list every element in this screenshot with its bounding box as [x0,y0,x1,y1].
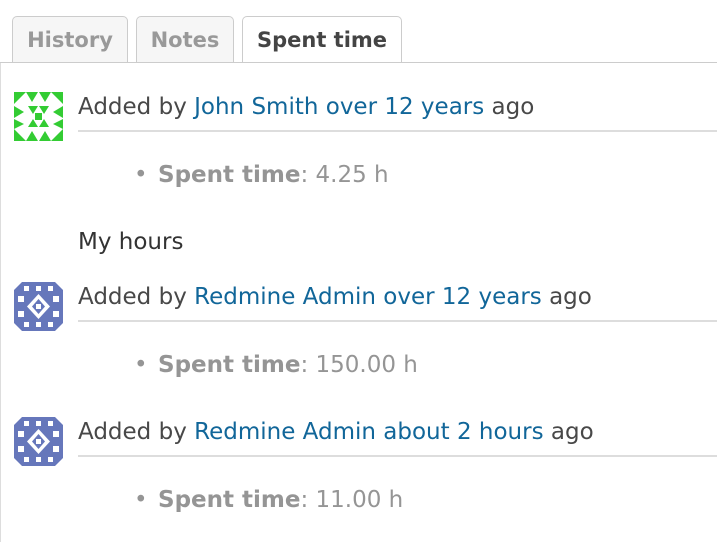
author-link[interactable]: John Smith [194,94,318,120]
journal-note: My hours [78,229,184,255]
journal-prefix: Added by [78,419,187,445]
user-avatar-icon [14,282,63,331]
journal-suffix: ago [491,94,535,120]
author-link[interactable]: Redmine Admin [194,284,376,310]
age-link[interactable]: about 2 hours [383,419,543,445]
author-link[interactable]: Redmine Admin [194,419,376,445]
journal-header: Added by Redmine Admin over 12 years ago [78,282,717,322]
journal-prefix: Added by [78,94,187,120]
tab-history[interactable]: History [12,16,128,62]
tab-notes[interactable]: Notes [136,16,234,62]
journal-detail: • Spent time: 4.25 h [134,160,389,190]
age-link[interactable]: over 12 years [326,94,484,120]
journal-detail: • Spent time: 11.00 h [134,485,403,515]
user-avatar-icon [14,417,63,466]
journal-prefix: Added by [78,284,187,310]
tab-spent-time[interactable]: Spent time [242,16,402,63]
journal-header: Added by John Smith over 12 years ago [78,92,717,132]
content-left-rule [0,63,1,542]
detail-value: 11.00 h [315,487,404,513]
detail-value: 4.25 h [315,162,389,188]
journal-detail: • Spent time: 150.00 h [134,350,418,380]
tabs-divider [0,62,717,63]
bullet-icon: • [134,352,148,378]
detail-separator: : [300,487,309,513]
journal-suffix: ago [550,419,594,445]
bullet-icon: • [134,487,148,513]
journal-suffix: ago [549,284,592,310]
journal-header: Added by Redmine Admin about 2 hours ago [78,417,717,457]
detail-label: Spent time [158,352,301,378]
detail-label: Spent time [158,487,301,513]
tabs-bar: History Notes Spent time [0,0,717,63]
detail-separator: : [300,352,309,378]
age-link[interactable]: over 12 years [383,284,541,310]
detail-separator: : [300,162,309,188]
detail-value: 150.00 h [315,352,418,378]
user-avatar-icon [14,92,63,141]
detail-label: Spent time [158,162,301,188]
bullet-icon: • [134,162,148,188]
